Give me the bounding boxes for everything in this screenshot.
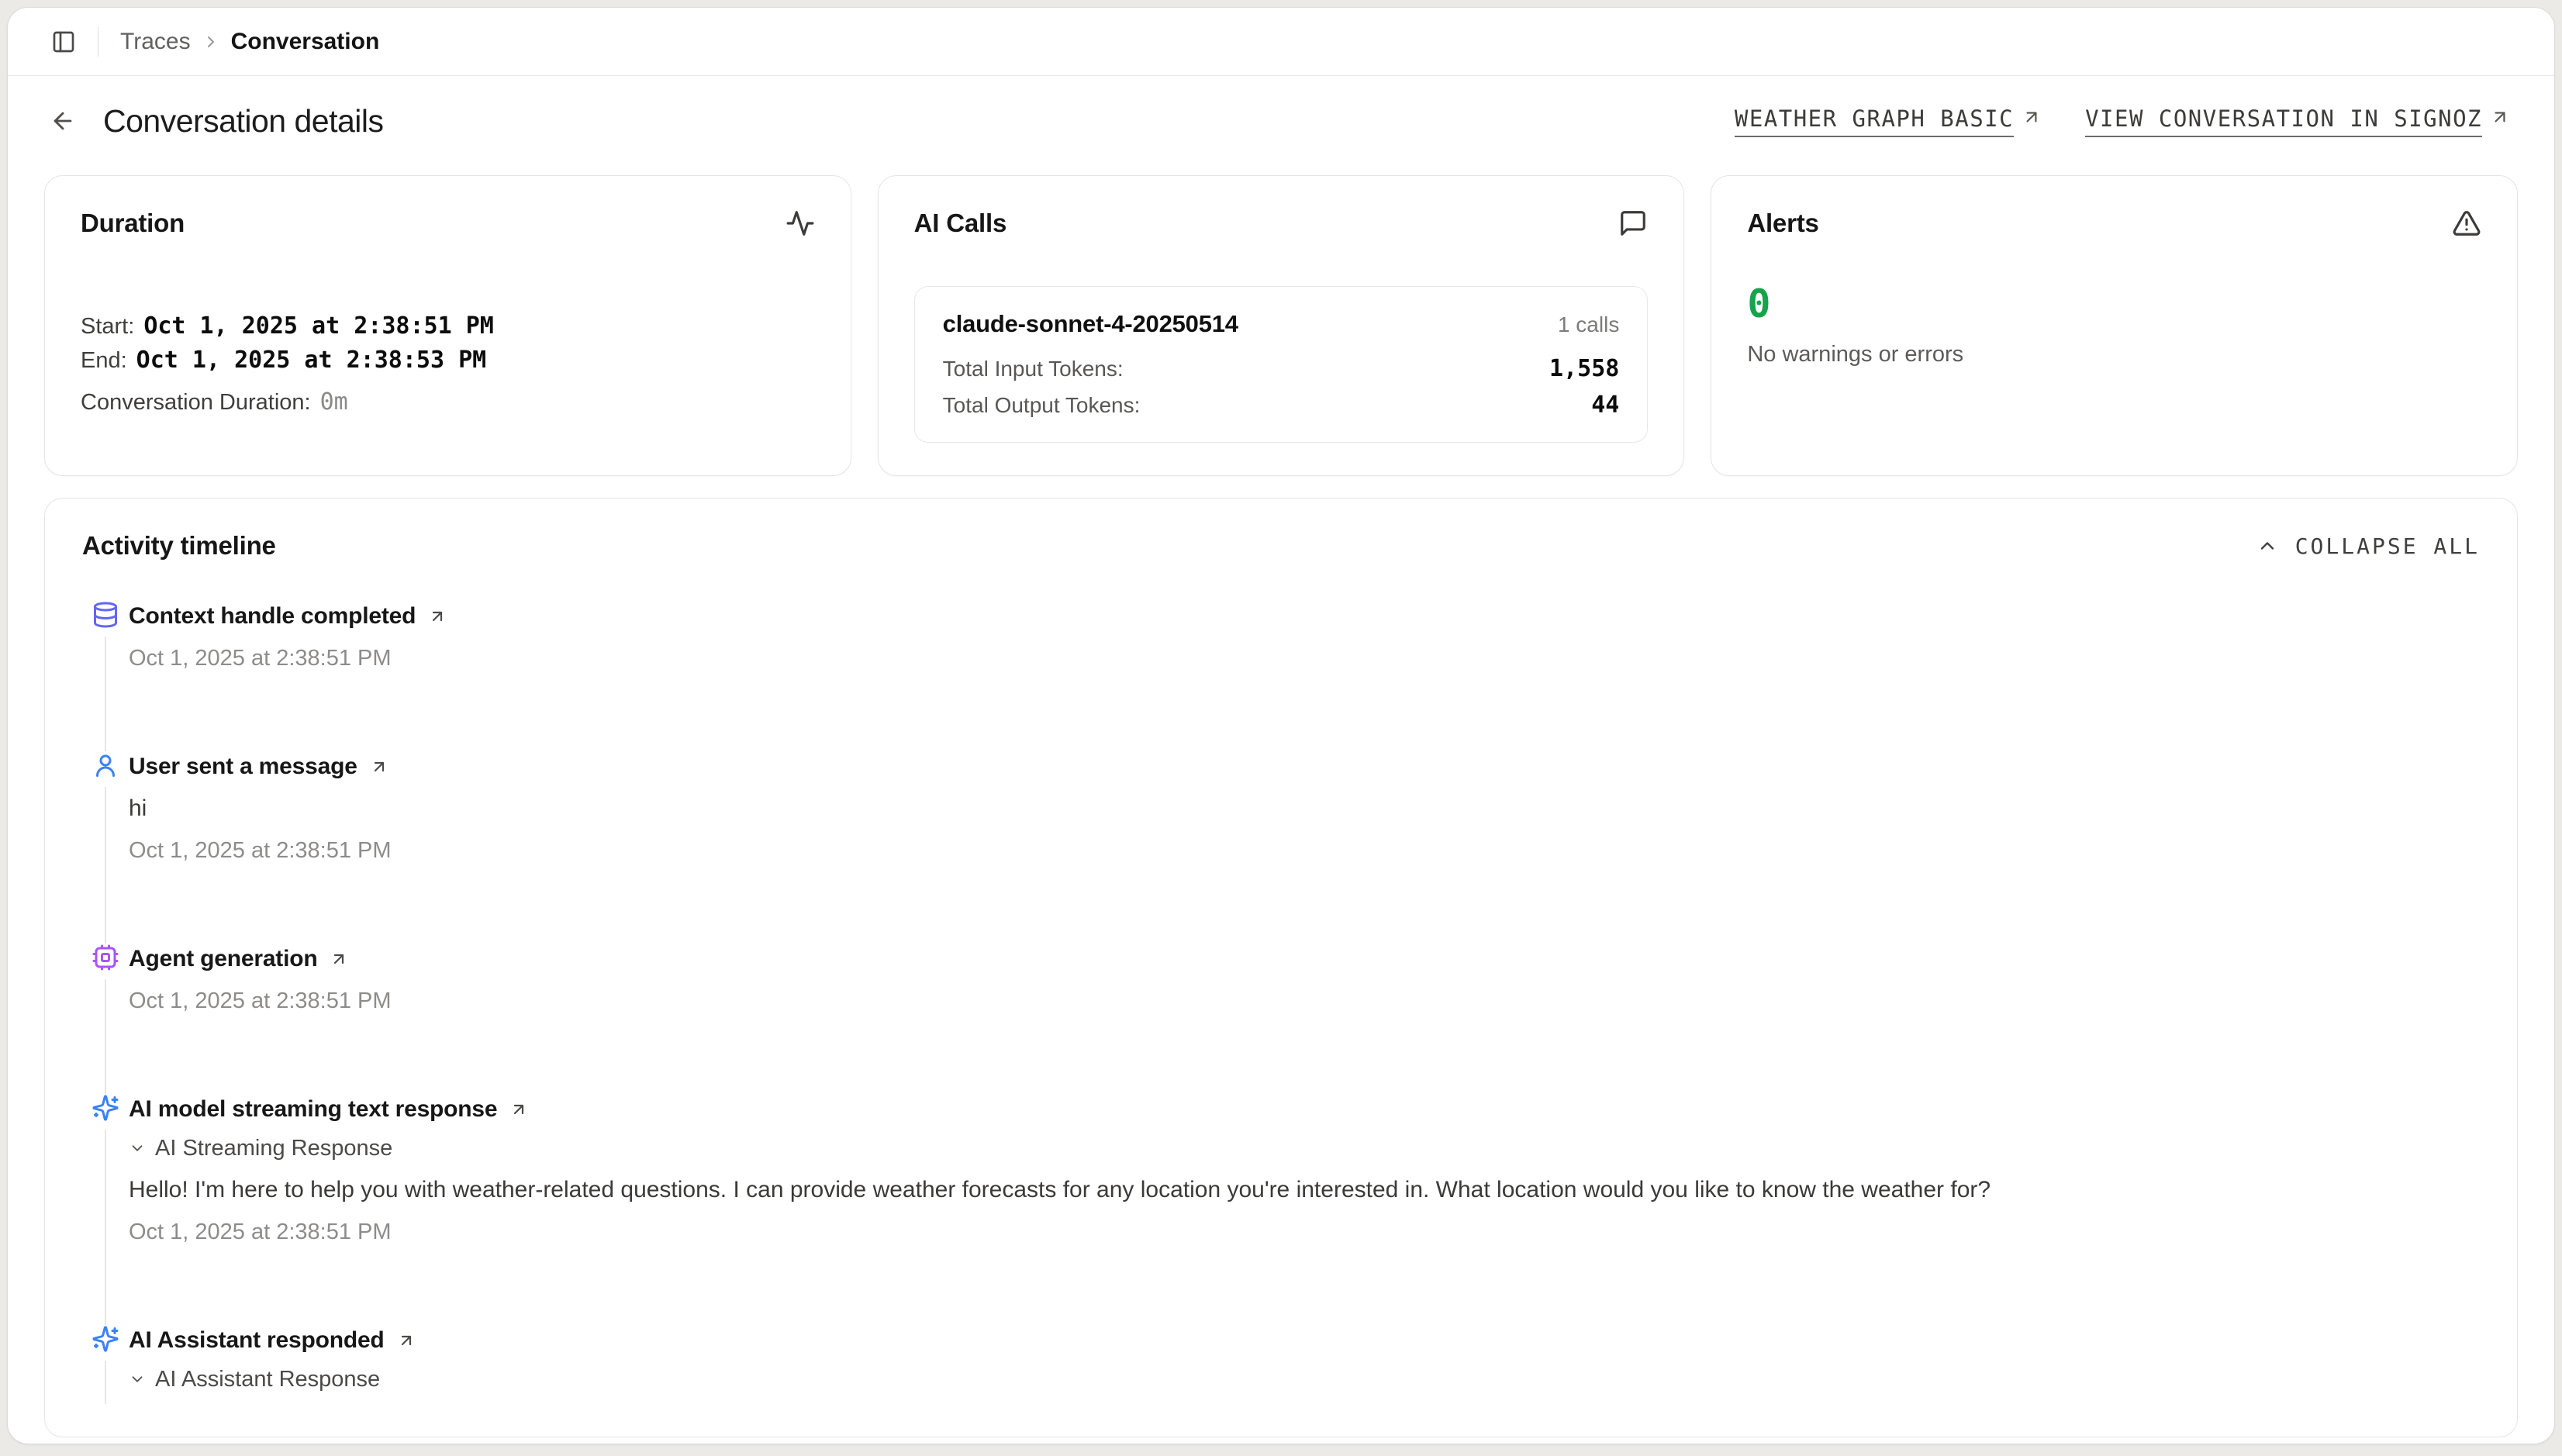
collapse-all-button[interactable]: COLLAPSE ALL — [2256, 533, 2480, 559]
output-tokens-label: Total Output Tokens: — [943, 393, 1141, 418]
arrow-up-right-icon — [2490, 105, 2510, 127]
duration-card: Duration Start: Oct 1, 2025 at 2:38:51 P… — [44, 175, 851, 476]
alerts-count: 0 — [1747, 283, 2481, 325]
panel-left-icon — [51, 29, 76, 54]
timeline-item: AI Assistant responded AI Assistant Resp… — [82, 1325, 2480, 1404]
end-value: Oct 1, 2025 at 2:38:53 PM — [136, 343, 487, 378]
timeline-item: Context handle completed Oct 1, 2025 at … — [82, 601, 2480, 751]
activity-timeline-card: Activity timeline COLLAPSE ALL — [44, 498, 2518, 1437]
timeline-item-message: Hello! I'm here to help you with weather… — [129, 1175, 2480, 1206]
timeline-item-link[interactable]: Agent generation — [129, 944, 2480, 975]
sparkles-icon — [92, 1094, 119, 1122]
stat-cards-row: Duration Start: Oct 1, 2025 at 2:38:51 P… — [44, 175, 2518, 468]
app-window: Traces Conversation Conversation details… — [8, 8, 2554, 1444]
timeline-connector — [105, 1361, 106, 1404]
duration-end-row: End: Oct 1, 2025 at 2:38:53 PM — [81, 343, 815, 378]
ai-calls-card: AI Calls claude-sonnet-4-20250514 1 call… — [878, 175, 1685, 476]
chevron-down-icon — [129, 1140, 146, 1157]
user-icon — [92, 751, 119, 779]
timeline-item: User sent a message hi Oct 1, 2025 at 2:… — [82, 751, 2480, 944]
model-name: claude-sonnet-4-20250514 — [943, 310, 1238, 338]
assistant-response-toggle[interactable]: AI Assistant Response — [129, 1364, 2480, 1395]
timeline-item-link[interactable]: User sent a message — [129, 751, 2480, 782]
timeline-item-timestamp: Oct 1, 2025 at 2:38:51 PM — [129, 835, 2480, 866]
arrow-up-right-icon — [397, 1331, 416, 1350]
timeline-list: Context handle completed Oct 1, 2025 at … — [82, 601, 2480, 1404]
timeline-item-link[interactable]: AI model streaming text response — [129, 1094, 2480, 1125]
topbar: Traces Conversation — [8, 8, 2554, 76]
alert-triangle-icon — [2452, 209, 2481, 238]
breadcrumb-current: Conversation — [231, 29, 380, 55]
alerts-card-title: Alerts — [1747, 209, 1818, 238]
arrow-up-right-icon — [2022, 105, 2042, 127]
end-label: End: — [81, 343, 127, 378]
arrow-up-right-icon — [330, 950, 348, 968]
chevron-right-icon — [202, 33, 220, 51]
weather-graph-basic-link[interactable]: WEATHER GRAPH BASIC — [1735, 105, 2042, 137]
arrow-left-icon — [50, 108, 76, 134]
conversation-duration-value: 0m — [320, 385, 348, 419]
timeline-connector — [105, 1130, 106, 1325]
start-value: Oct 1, 2025 at 2:38:51 PM — [143, 309, 494, 343]
page-header: Conversation details WEATHER GRAPH BASIC… — [44, 102, 2510, 140]
activity-icon — [786, 209, 815, 238]
timeline-item-timestamp: Oct 1, 2025 at 2:38:51 PM — [129, 1216, 2480, 1247]
timeline-connector — [105, 787, 106, 944]
input-tokens-label: Total Input Tokens: — [943, 357, 1124, 381]
sidebar-toggle-button[interactable] — [45, 23, 82, 60]
duration-start-row: Start: Oct 1, 2025 at 2:38:51 PM — [81, 309, 815, 343]
timeline-title: Activity timeline — [82, 531, 276, 561]
conversation-duration-row: Conversation Duration: 0m — [81, 385, 815, 419]
cpu-icon — [92, 944, 119, 971]
duration-card-title: Duration — [81, 209, 185, 238]
timeline-connector — [105, 637, 106, 751]
back-button[interactable] — [44, 102, 81, 140]
timeline-item-link[interactable]: Context handle completed — [129, 601, 2480, 632]
timeline-item-link[interactable]: AI Assistant responded — [129, 1325, 2480, 1356]
alerts-message: No warnings or errors — [1747, 342, 2481, 367]
output-tokens-value: 44 — [1591, 392, 1619, 419]
view-conversation-signoz-link[interactable]: VIEW CONVERSATION IN SIGNOZ — [2085, 105, 2510, 137]
timeline-item-timestamp: Oct 1, 2025 at 2:38:51 PM — [129, 985, 2480, 1016]
timeline-item: Agent generation Oct 1, 2025 at 2:38:51 … — [82, 944, 2480, 1094]
breadcrumb-traces[interactable]: Traces — [120, 29, 191, 55]
start-label: Start: — [81, 309, 134, 343]
message-square-icon — [1618, 209, 1648, 238]
ai-calls-card-title: AI Calls — [914, 209, 1006, 238]
chevron-up-icon — [2256, 535, 2278, 557]
input-tokens-value: 1,558 — [1549, 355, 1619, 382]
conversation-duration-label: Conversation Duration: — [81, 385, 311, 419]
arrow-up-right-icon — [509, 1100, 528, 1119]
database-icon — [92, 601, 119, 629]
page-title: Conversation details — [103, 103, 383, 140]
alerts-card: Alerts 0 No warnings or errors — [1711, 175, 2518, 476]
model-usage-box: claude-sonnet-4-20250514 1 calls Total I… — [914, 286, 1649, 443]
timeline-connector — [105, 979, 106, 1094]
arrow-up-right-icon — [370, 757, 388, 776]
timeline-item: AI model streaming text response AI Stre… — [82, 1094, 2480, 1325]
model-calls-count: 1 calls — [1558, 312, 1619, 337]
chevron-down-icon — [129, 1371, 146, 1388]
breadcrumb: Traces Conversation — [120, 29, 379, 55]
timeline-item-timestamp: Oct 1, 2025 at 2:38:51 PM — [129, 643, 2480, 674]
streaming-response-toggle[interactable]: AI Streaming Response — [129, 1133, 2480, 1164]
timeline-item-message: hi — [129, 793, 2480, 824]
arrow-up-right-icon — [428, 607, 447, 626]
sparkles-icon — [92, 1325, 119, 1353]
